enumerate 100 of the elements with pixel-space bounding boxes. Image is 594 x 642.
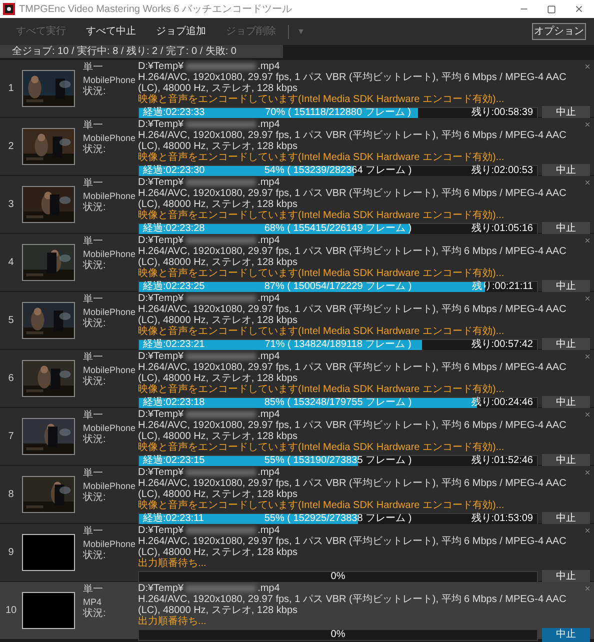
close-icon[interactable] xyxy=(584,237,591,244)
file-extension: .mp4 xyxy=(258,61,280,72)
remaining-time: 残り:01:05:16 xyxy=(471,224,533,234)
encode-settings: H.264/AVC, 1920x1080, 29.97 fps, 1 パス VBR (平均ビットレート), 平均 6 Mbps / MPEG-4 AAC (LC), 48000 Hz, ステレオ, 128 kbps xyxy=(138,594,568,616)
file-extension: .mp4 xyxy=(258,177,280,188)
blurred-filename-icon xyxy=(186,585,256,592)
format-label: MobilePhone xyxy=(83,364,136,376)
status-label: 状況: xyxy=(83,550,106,562)
status-label: 状況: xyxy=(83,492,106,504)
status-text: 映像と音声をエンコードしています(Intel Media SDK Hardware エンコード有効)... xyxy=(138,442,504,453)
status-label: 状況: xyxy=(83,376,106,388)
close-icon[interactable] xyxy=(584,411,591,418)
job-row[interactable] xyxy=(0,292,594,349)
file-extension: .mp4 xyxy=(258,409,280,420)
status-text: 出力順番待ち... xyxy=(138,558,206,569)
job-row[interactable]: 10 単一 MP4 状況: D:¥Temp¥ .mp4 H.264/AVC, 1920x1080, 29.97 fps, 1 パス VBR (平均ビットレート), 平均 6 Mbps / MPEG-4 AAC (LC), 48000 Hz, ステレオ, 128 kbps 出力順番待ち... 0% 中止 xyxy=(0,582,594,639)
blurred-filename-icon xyxy=(186,63,256,70)
job-row[interactable] xyxy=(0,118,594,175)
blurred-filename-icon xyxy=(186,179,256,186)
blurred-filename-icon xyxy=(186,121,256,128)
close-icon[interactable] xyxy=(584,63,591,70)
close-icon[interactable] xyxy=(574,4,584,14)
close-icon[interactable] xyxy=(584,353,591,360)
file-path-prefix: D:¥Temp¥ xyxy=(138,351,184,362)
file-path-prefix: D:¥Temp¥ xyxy=(138,583,184,594)
app-logo-icon xyxy=(3,3,15,15)
toolbar-button[interactable]: ジョブ追加 xyxy=(148,22,214,42)
job-number: 9 xyxy=(8,546,14,560)
file-extension: .mp4 xyxy=(258,583,280,594)
file-path-prefix: D:¥Temp¥ xyxy=(138,409,184,420)
progress-percent: 0% xyxy=(330,630,346,640)
job-row[interactable] xyxy=(0,408,594,465)
close-icon[interactable] xyxy=(584,121,591,128)
options-button[interactable]: オプション xyxy=(532,23,586,40)
close-icon[interactable] xyxy=(584,295,591,302)
job-row[interactable]: 9 単一 MobilePhone 状況: D:¥Temp¥ .mp4 H.264/AVC, 1920x1080, 29.97 fps, 1 パス VBR (平均ビットレート), 平均 6 Mbps / MPEG-4 AAC (LC), 48000 Hz, ステレオ, 128 kbps 出力順番待ち... 0% 中止 xyxy=(0,524,594,581)
file-path-prefix: D:¥Temp¥ xyxy=(138,235,184,246)
job-number: 2 xyxy=(8,140,14,154)
stop-button[interactable]: 中止 xyxy=(542,628,590,642)
blurred-filename-icon xyxy=(186,527,256,534)
encode-settings: H.264/AVC, 1920x1080, 29.97 fps, 1 パス VBR (平均ビットレート), 平均 6 Mbps / MPEG-4 AAC (LC), 48000 Hz, ステレオ, 128 kbps xyxy=(138,536,568,558)
close-icon[interactable] xyxy=(584,585,591,592)
status-text: 映像と音声をエンコードしています(Intel Media SDK Hardware エンコード有効)... xyxy=(138,94,504,105)
status-label: 状況: xyxy=(83,144,106,156)
elapsed-time: 経過:02:23:33 xyxy=(143,107,205,118)
elapsed-time: 経過:02:23:28 xyxy=(143,223,205,234)
file-extension: .mp4 xyxy=(258,235,280,246)
job-row[interactable] xyxy=(0,60,594,117)
file-path-prefix: D:¥Temp¥ xyxy=(138,525,184,536)
elapsed-time: 経過:02:23:18 xyxy=(143,397,205,408)
mode-label: 単一 xyxy=(83,526,103,538)
file-extension: .mp4 xyxy=(258,119,280,130)
job-row[interactable] xyxy=(0,466,594,523)
maximize-icon[interactable] xyxy=(547,4,556,14)
file-extension: .mp4 xyxy=(258,467,280,478)
job-row[interactable] xyxy=(0,234,594,291)
elapsed-time: 経過:02:23:30 xyxy=(143,165,205,176)
remaining-time: 残り:01:52:46 xyxy=(471,456,533,466)
blurred-filename-icon xyxy=(186,353,256,360)
file-path-prefix: D:¥Temp¥ xyxy=(138,467,184,478)
job-number: 3 xyxy=(8,198,14,212)
encode-settings: H.264/AVC, 1920x1080, 29.97 fps, 1 パス VBR (平均ビットレート), 平均 6 Mbps / MPEG-4 AAC (LC), 48000 Hz, ステレオ, 128 kbps xyxy=(138,478,568,500)
file-extension: .mp4 xyxy=(258,351,280,362)
format-label: MobilePhone xyxy=(83,422,136,434)
encode-settings: H.264/AVC, 1920x1080, 29.97 fps, 1 パス VBR (平均ビットレート), 平均 6 Mbps / MPEG-4 AAC (LC), 48000 Hz, ステレオ, 128 kbps xyxy=(138,246,568,268)
mode-label: 単一 xyxy=(83,352,103,364)
remaining-time: 残り:02:00:53 xyxy=(471,166,533,176)
mode-label: 単一 xyxy=(83,294,103,306)
job-row[interactable] xyxy=(0,350,594,407)
mode-label: 単一 xyxy=(83,236,103,248)
close-icon[interactable] xyxy=(584,469,591,476)
file-path-prefix: D:¥Temp¥ xyxy=(138,119,184,130)
close-icon[interactable] xyxy=(584,179,591,186)
blurred-filename-icon xyxy=(186,411,256,418)
encode-settings: H.264/AVC, 1920x1080, 29.97 fps, 1 パス VBR (平均ビットレート), 平均 6 Mbps / MPEG-4 AAC (LC), 48000 Hz, ステレオ, 128 kbps xyxy=(138,362,568,384)
mode-label: 単一 xyxy=(83,410,103,422)
close-icon[interactable] xyxy=(584,527,591,534)
progress-percent: 68% ( 155415/226149 フレーム ) xyxy=(264,224,412,234)
window-title: TMPGEnc Video Mastering Works 6 バッチエンコードツール xyxy=(19,2,294,16)
encode-settings: H.264/AVC, 1920x1080, 29.97 fps, 1 パス VBR (平均ビットレート), 平均 6 Mbps / MPEG-4 AAC (LC), 48000 Hz, ステレオ, 128 kbps xyxy=(138,130,568,152)
job-summary: 全ジョブ: 10 / 実行中: 8 / 残り: 2 / 完了: 0 / 失敗: 0 xyxy=(0,45,283,58)
job-number: 4 xyxy=(8,256,14,270)
toolbar-button[interactable]: すべて中止 xyxy=(78,22,144,42)
remaining-time: 残り:01:53:09 xyxy=(471,514,533,524)
status-label: 状況: xyxy=(83,434,106,446)
mode-label: 単一 xyxy=(83,178,103,190)
mode-label: 単一 xyxy=(83,468,103,480)
job-row[interactable] xyxy=(0,176,594,233)
format-label: MobilePhone xyxy=(83,248,136,260)
status-text: 映像と音声をエンコードしています(Intel Media SDK Hardware エンコード有効)... xyxy=(138,500,504,511)
elapsed-time: 経過:02:23:15 xyxy=(143,455,205,466)
progress-percent: 71% ( 134824/189118 フレーム ) xyxy=(264,340,412,350)
status-text: 出力順番待ち... xyxy=(138,616,206,627)
job-number: 5 xyxy=(8,314,14,328)
file-extension: .mp4 xyxy=(258,525,280,536)
progress-percent: 87% ( 150054/172229 フレーム ) xyxy=(264,282,412,292)
job-number: 6 xyxy=(8,372,14,386)
format-label: MobilePhone xyxy=(83,538,136,550)
status-text: 映像と音声をエンコードしています(Intel Media SDK Hardware エンコード有効)... xyxy=(138,326,504,337)
file-path-prefix: D:¥Temp¥ xyxy=(138,293,184,304)
